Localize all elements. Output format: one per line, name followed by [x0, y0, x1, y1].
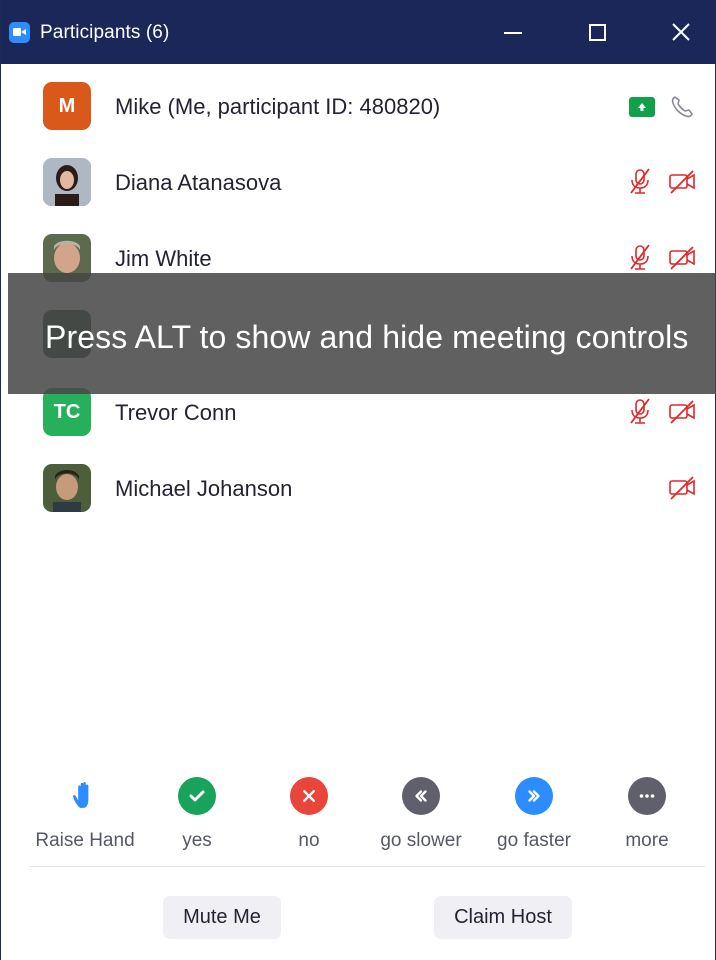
participant-status-icons: [625, 242, 697, 272]
participant-status-icons: [625, 166, 697, 196]
participant-status-icons: [667, 472, 697, 502]
nonverbal-feedback-bar: Raise Hand yes no go slower go faster mo…: [1, 776, 716, 866]
phone-icon: [671, 96, 693, 118]
participants-window: Participants (6) M Mike (Me, participant…: [0, 0, 716, 960]
close-icon: [672, 23, 690, 41]
rewind-icon: [402, 777, 440, 815]
participant-row[interactable]: Diana Atanasova: [1, 144, 716, 220]
meeting-controls-tooltip: Press ALT to show and hide meeting contr…: [8, 273, 716, 394]
mic-muted-icon: [630, 244, 650, 270]
x-icon: [290, 777, 328, 815]
video-off-icon: [669, 170, 695, 194]
maximize-icon: [588, 23, 606, 41]
video-off-icon: [669, 476, 695, 500]
avatar: [43, 464, 91, 512]
yes-button[interactable]: yes: [137, 776, 257, 852]
divider: [29, 866, 705, 867]
participant-name: Michael Johanson: [115, 476, 293, 501]
reaction-label: no: [298, 830, 320, 851]
title-bar: Participants (6): [1, 0, 716, 64]
reaction-label: yes: [182, 830, 212, 851]
mic-muted-icon: [630, 398, 650, 424]
more-dots-icon: [628, 777, 666, 815]
mute-me-button[interactable]: Mute Me: [163, 896, 281, 939]
minimize-icon: [504, 32, 522, 34]
reaction-label: go faster: [497, 830, 571, 851]
claim-host-button[interactable]: Claim Host: [434, 896, 572, 939]
go-slower-button[interactable]: go slower: [361, 776, 481, 852]
reaction-label: more: [625, 830, 669, 851]
avatar-initials: TC: [53, 400, 81, 423]
fast-forward-icon: [515, 777, 553, 815]
participant-status-icons: [629, 92, 697, 122]
more-button[interactable]: more: [587, 776, 707, 852]
avatar-initials: M: [58, 94, 76, 117]
participant-photo: [43, 464, 91, 512]
share-screen-icon: [629, 97, 655, 117]
participant-photo: [43, 158, 91, 206]
video-off-icon: [669, 400, 695, 424]
reaction-label: Raise Hand: [35, 830, 135, 851]
raise-hand-button[interactable]: Raise Hand: [25, 776, 145, 852]
go-faster-button[interactable]: go faster: [474, 776, 594, 852]
participant-name: Diana Atanasova: [115, 170, 282, 195]
minimize-button[interactable]: [493, 14, 533, 50]
participant-name: Trevor Conn: [115, 400, 237, 425]
check-icon: [178, 777, 216, 815]
raise-hand-icon: [65, 776, 105, 816]
tooltip-message: Press ALT to show and hide meeting contr…: [45, 319, 689, 355]
reaction-label: go slower: [380, 830, 462, 851]
avatar: TC: [43, 388, 91, 436]
zoom-app-icon: [9, 22, 30, 43]
mic-muted-icon: [630, 168, 650, 194]
avatar: [43, 158, 91, 206]
maximize-button[interactable]: [577, 14, 617, 50]
video-off-icon: [669, 246, 695, 270]
participant-row[interactable]: Michael Johanson: [1, 450, 716, 526]
participant-name: Mike (Me, participant ID: 480820): [115, 94, 441, 119]
participant-row[interactable]: M Mike (Me, participant ID: 480820): [1, 68, 716, 144]
avatar: M: [43, 82, 91, 130]
window-title: Participants (6): [40, 22, 170, 43]
participant-status-icons: [625, 396, 697, 426]
participant-name: Jim White: [115, 246, 212, 271]
no-button[interactable]: no: [249, 776, 369, 852]
close-button[interactable]: [661, 14, 701, 50]
